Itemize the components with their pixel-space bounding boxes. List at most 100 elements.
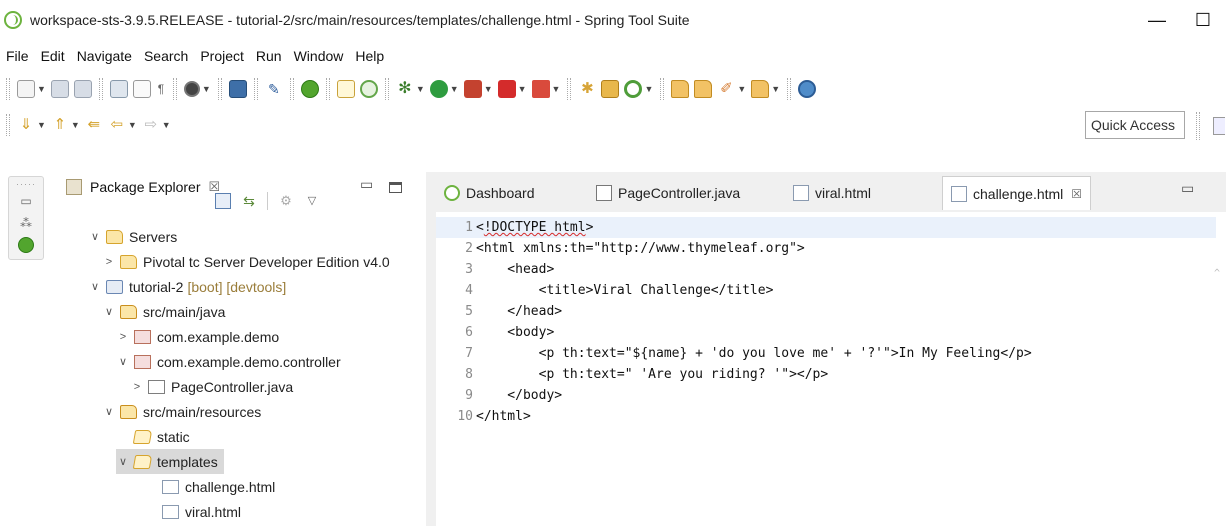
- new-icon[interactable]: [17, 80, 35, 98]
- tree-item-tc-server[interactable]: > Pivotal tc Server Developer Edition v4…: [102, 249, 390, 274]
- spring-validate-icon[interactable]: [359, 80, 378, 98]
- chevron-down-icon[interactable]: ∨: [88, 230, 102, 243]
- pin-editor-icon[interactable]: ✎: [265, 80, 283, 98]
- tab-label: challenge.html: [973, 185, 1064, 202]
- stop-icon[interactable]: [497, 80, 516, 98]
- restore-icon[interactable]: ▭: [18, 193, 34, 209]
- perspective-switcher-icon[interactable]: [1213, 117, 1225, 135]
- tree-item-servers[interactable]: ∨ Servers: [88, 224, 177, 249]
- scroll-up-icon[interactable]: ^: [1214, 268, 1220, 279]
- coverage-icon[interactable]: [463, 80, 482, 98]
- quick-access-input[interactable]: Quick Access: [1085, 111, 1185, 139]
- chevron-down-icon[interactable]: ▼: [552, 84, 561, 94]
- chevron-down-icon[interactable]: ▼: [644, 84, 653, 94]
- filter-icon[interactable]: ⚙: [278, 193, 294, 209]
- chevron-down-icon[interactable]: ∨: [102, 405, 116, 418]
- chevron-down-icon[interactable]: ∨: [102, 305, 116, 318]
- save-icon[interactable]: [50, 80, 69, 98]
- chevron-down-icon[interactable]: ▼: [162, 120, 171, 130]
- show-whitespace-icon[interactable]: ¶: [156, 80, 166, 98]
- chevron-down-icon[interactable]: ▼: [518, 84, 527, 94]
- tab-challenge-html[interactable]: challenge.html ☒: [942, 176, 1092, 210]
- chevron-down-icon[interactable]: ∨: [116, 355, 130, 368]
- minimize-view-icon[interactable]: ▭: [360, 176, 373, 193]
- chevron-down-icon[interactable]: ∨: [88, 280, 102, 293]
- chevron-down-icon[interactable]: ▼: [128, 120, 137, 130]
- toggle-block-selection-icon[interactable]: [132, 80, 151, 98]
- line-number: 7: [465, 346, 473, 361]
- new-spring-starter-icon[interactable]: ✱: [578, 80, 596, 98]
- back-icon[interactable]: ⇦: [108, 116, 126, 134]
- edit-icon[interactable]: ✐: [717, 80, 735, 98]
- chevron-down-icon[interactable]: ▼: [37, 84, 46, 94]
- chevron-down-icon[interactable]: ▼: [484, 84, 493, 94]
- tree-item-package-controller[interactable]: ∨ com.example.demo.controller: [116, 349, 341, 374]
- link-with-editor-icon[interactable]: ⇆: [241, 193, 257, 209]
- view-sash[interactable]: [426, 172, 436, 526]
- open-project-icon[interactable]: [694, 80, 713, 98]
- package-icon: [134, 329, 151, 344]
- menu-window[interactable]: Window: [288, 48, 350, 64]
- new-package-icon[interactable]: [601, 80, 620, 98]
- debug-icon[interactable]: ✻: [396, 80, 414, 98]
- save-all-icon[interactable]: [73, 80, 92, 98]
- tab-pagecontroller-java[interactable]: PageController.java: [596, 178, 740, 208]
- terminal-icon[interactable]: [228, 80, 247, 98]
- menu-search[interactable]: Search: [138, 48, 194, 64]
- minimize-view-icon[interactable]: ▭: [1181, 180, 1194, 197]
- spring-boot-dashboard-icon[interactable]: [300, 80, 319, 98]
- tree-item-static[interactable]: static: [116, 424, 190, 449]
- run-icon[interactable]: [429, 80, 448, 98]
- outline-view-icon[interactable]: ⁂: [18, 215, 34, 231]
- tree-item-viral-html[interactable]: viral.html: [144, 499, 241, 524]
- menu-file[interactable]: File: [0, 48, 35, 64]
- menu-help[interactable]: Help: [349, 48, 390, 64]
- maximize-button[interactable]: ☐: [1180, 0, 1226, 40]
- chevron-right-icon[interactable]: >: [116, 331, 130, 343]
- chevron-right-icon[interactable]: >: [130, 381, 144, 393]
- drag-handle[interactable]: ·····: [16, 180, 36, 189]
- toggle-mark-occurrences-icon[interactable]: [336, 80, 355, 98]
- chevron-down-icon[interactable]: ▼: [71, 120, 80, 130]
- menu-run[interactable]: Run: [250, 48, 288, 64]
- tab-dashboard[interactable]: Dashboard: [444, 178, 535, 208]
- chevron-down-icon[interactable]: ▼: [37, 120, 46, 130]
- minimize-button[interactable]: —: [1134, 0, 1180, 40]
- tree-item-templates[interactable]: ∨ templates: [116, 449, 224, 474]
- web-browser-icon[interactable]: [798, 80, 817, 98]
- external-tools-icon[interactable]: [531, 80, 550, 98]
- open-type-icon[interactable]: [109, 80, 128, 98]
- chevron-down-icon[interactable]: ▼: [450, 84, 459, 94]
- view-menu-icon[interactable]: ▽: [304, 193, 320, 209]
- code-line: 6 <body>: [436, 322, 1216, 343]
- tab-viral-html[interactable]: viral.html: [793, 178, 871, 208]
- chevron-down-icon[interactable]: ∨: [116, 455, 130, 468]
- close-icon[interactable]: ☒: [1071, 187, 1082, 201]
- git-icon[interactable]: [183, 81, 200, 97]
- collapse-all-icon[interactable]: [215, 193, 231, 209]
- open-folder-icon[interactable]: [671, 80, 690, 98]
- chevron-down-icon[interactable]: ▼: [416, 84, 425, 94]
- menu-navigate[interactable]: Navigate: [71, 48, 138, 64]
- last-edit-location-icon[interactable]: ⇚: [85, 116, 103, 134]
- menu-edit[interactable]: Edit: [35, 48, 71, 64]
- tree-item-src-main-resources[interactable]: ∨ src/main/resources: [102, 399, 261, 424]
- refresh-icon[interactable]: [624, 80, 643, 98]
- previous-annotation-icon[interactable]: ⇑: [51, 116, 69, 134]
- tree-item-tutorial-2[interactable]: ∨ tutorial-2 [boot] [devtools]: [88, 274, 286, 299]
- chevron-down-icon[interactable]: ▼: [771, 84, 780, 94]
- chevron-down-icon[interactable]: ▼: [202, 84, 211, 94]
- forward-icon[interactable]: ⇨: [142, 116, 160, 134]
- tree-item-pagecontroller-java[interactable]: > PageController.java: [130, 374, 293, 399]
- open-file-icon[interactable]: [751, 80, 770, 98]
- boot-dashboard-icon[interactable]: [18, 237, 34, 253]
- tree-item-src-main-java[interactable]: ∨ src/main/java: [102, 299, 226, 324]
- next-annotation-icon[interactable]: ⇓: [17, 116, 35, 134]
- tree-item-package-demo[interactable]: > com.example.demo: [116, 324, 279, 349]
- code-editor[interactable]: 1 < !DOCTYPE html > 2 <html xmlns:th="http…: [436, 212, 1226, 526]
- menu-project[interactable]: Project: [194, 48, 250, 64]
- maximize-view-icon[interactable]: [389, 182, 402, 193]
- chevron-right-icon[interactable]: >: [102, 256, 116, 268]
- chevron-down-icon[interactable]: ▼: [737, 84, 746, 94]
- tree-item-challenge-html[interactable]: challenge.html: [144, 474, 275, 499]
